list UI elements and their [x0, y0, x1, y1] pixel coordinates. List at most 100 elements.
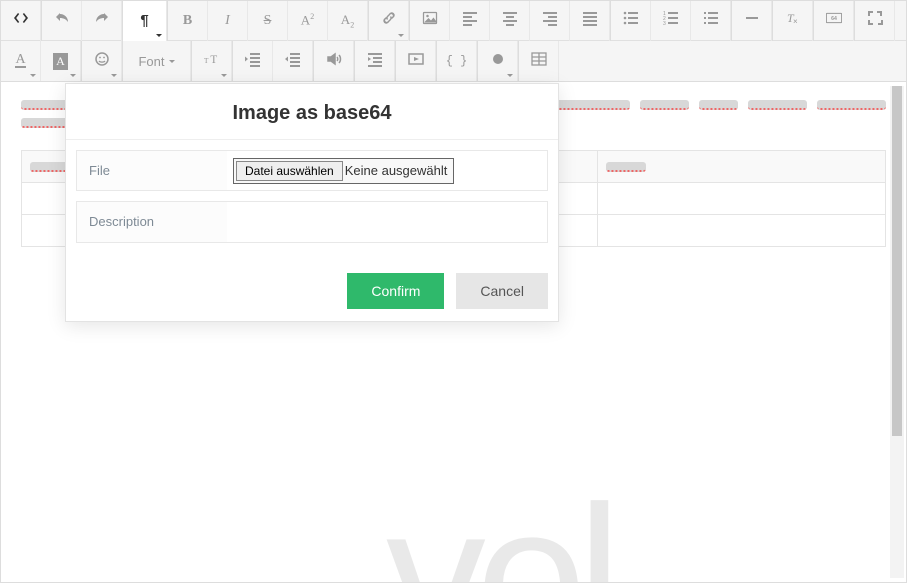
- toolbar-row-1: ¶ B I S A2 A2 123 T× 64: [1, 1, 906, 41]
- file-row: File Datei auswählen Keine ausgewählt: [76, 150, 548, 191]
- description-label: Description: [77, 202, 227, 242]
- indent-icon: [285, 51, 301, 72]
- subscript-icon: A2: [341, 12, 354, 30]
- link-icon: [381, 10, 397, 31]
- base64-image-button[interactable]: 64: [814, 1, 854, 41]
- color-picker-button[interactable]: [478, 41, 518, 81]
- remove-format-icon: T×: [785, 10, 801, 31]
- chevron-down-icon: [111, 74, 117, 77]
- paragraph-style-button[interactable]: ¶: [123, 1, 167, 41]
- undo-icon: [54, 10, 70, 31]
- svg-text:×: ×: [793, 17, 798, 26]
- alt-list-button[interactable]: [691, 1, 731, 41]
- table-icon: [531, 51, 547, 72]
- font-family-button[interactable]: Font: [123, 41, 191, 81]
- align-left-button[interactable]: [450, 1, 490, 41]
- modal-body: File Datei auswählen Keine ausgewählt De…: [66, 140, 558, 267]
- numbered-list-button[interactable]: 123: [651, 1, 691, 41]
- codeview-button[interactable]: [1, 1, 41, 41]
- bullet-list-button[interactable]: [611, 1, 651, 41]
- highlight-icon: A: [53, 53, 68, 70]
- bold-button[interactable]: B: [168, 1, 208, 41]
- description-input[interactable]: [233, 208, 541, 236]
- file-input[interactable]: Datei auswählen Keine ausgewählt: [233, 158, 454, 184]
- minus-icon: [744, 10, 760, 31]
- list-ol-icon: 123: [663, 10, 679, 31]
- strike-button[interactable]: S: [248, 1, 288, 41]
- watermark: vel: [386, 462, 612, 583]
- align-right-icon: [542, 10, 558, 31]
- superscript-button[interactable]: A2: [288, 1, 328, 41]
- circle-icon: [490, 51, 506, 72]
- list-ul-icon: [623, 10, 639, 31]
- emoji-button[interactable]: [82, 41, 122, 81]
- redo-button[interactable]: [82, 1, 122, 41]
- volume-icon: [326, 51, 342, 72]
- base64-image-icon: 64: [826, 10, 842, 31]
- outdent-button[interactable]: [233, 41, 273, 81]
- align-center-button[interactable]: [490, 1, 530, 41]
- modal-title: Image as base64: [86, 102, 538, 125]
- pilcrow-icon: ¶: [140, 12, 148, 29]
- code-block-icon: { }: [446, 54, 468, 68]
- fullscreen-button[interactable]: [855, 1, 895, 41]
- chevron-down-icon: [156, 34, 162, 37]
- picture-icon: [422, 10, 438, 31]
- audio-button[interactable]: [314, 41, 354, 81]
- video-icon: [408, 51, 424, 72]
- code-block-button[interactable]: { }: [437, 41, 477, 81]
- confirm-button[interactable]: Confirm: [347, 273, 444, 309]
- cancel-button[interactable]: Cancel: [456, 273, 548, 309]
- emoji-icon: [94, 51, 110, 72]
- indent-special-icon: [367, 51, 383, 72]
- file-input-wrap: Datei auswählen Keine ausgewählt: [227, 151, 547, 190]
- clear-format-button[interactable]: T×: [773, 1, 813, 41]
- chevron-down-icon: [221, 74, 227, 77]
- bold-icon: B: [183, 13, 192, 29]
- italic-icon: I: [225, 13, 230, 29]
- scrollbar-thumb[interactable]: [892, 86, 902, 436]
- video-button[interactable]: [396, 41, 436, 81]
- toolbar-row-2: A A Font TT { }: [1, 41, 906, 81]
- highlight-button[interactable]: A: [41, 41, 81, 81]
- strikethrough-icon: S: [264, 13, 272, 29]
- description-row: Description: [76, 201, 548, 243]
- font-size-button[interactable]: TT: [192, 41, 232, 81]
- align-right-button[interactable]: [530, 1, 570, 41]
- indent-button[interactable]: [273, 41, 313, 81]
- editor-toolbar: ¶ B I S A2 A2 123 T× 64: [0, 0, 907, 82]
- chevron-down-icon: [398, 34, 404, 37]
- font-label: Font: [138, 54, 164, 69]
- italic-button[interactable]: I: [208, 1, 248, 41]
- image-base64-modal: Image as base64 File Datei auswählen Kei…: [65, 83, 559, 322]
- chevron-down-icon: [30, 74, 36, 77]
- font-color-button[interactable]: A: [1, 41, 41, 81]
- image-button[interactable]: [410, 1, 450, 41]
- modal-footer: Confirm Cancel: [66, 267, 558, 321]
- align-left-icon: [462, 10, 478, 31]
- link-button[interactable]: [369, 1, 409, 41]
- modal-header: Image as base64: [66, 84, 558, 140]
- align-justify-icon: [582, 10, 598, 31]
- file-choose-button[interactable]: Datei auswählen: [236, 161, 343, 181]
- svg-text:T: T: [204, 57, 209, 65]
- fullscreen-icon: [867, 10, 883, 31]
- table-button[interactable]: [519, 41, 559, 81]
- outdent-icon: [245, 51, 261, 72]
- list-alt-icon: [703, 10, 719, 31]
- file-label: File: [77, 151, 227, 190]
- file-status: Keine ausgewählt: [345, 163, 454, 178]
- align-justify-button[interactable]: [570, 1, 610, 41]
- chevron-down-icon: [507, 74, 513, 77]
- scrollbar[interactable]: [890, 86, 904, 578]
- subscript-button[interactable]: A2: [328, 1, 368, 41]
- undo-button[interactable]: [42, 1, 82, 41]
- svg-text:64: 64: [831, 16, 837, 22]
- align-center-icon: [502, 10, 518, 31]
- svg-text:3: 3: [663, 21, 666, 26]
- chevron-down-icon: [70, 74, 76, 77]
- svg-text:T: T: [210, 54, 217, 66]
- special-indent-button[interactable]: [355, 41, 395, 81]
- code-icon: [13, 10, 29, 31]
- hr-button[interactable]: [732, 1, 772, 41]
